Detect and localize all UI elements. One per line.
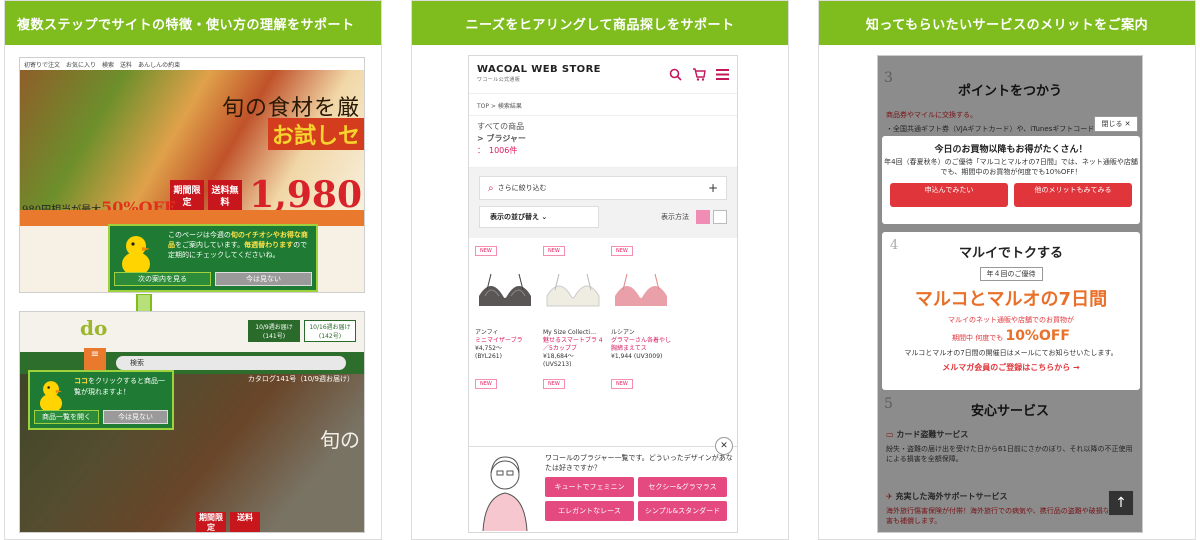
- new-badge: NEW: [611, 379, 633, 389]
- cart-icon[interactable]: [692, 68, 706, 81]
- sort-dropdown[interactable]: 表示の並び替え ⌄: [479, 206, 599, 228]
- benefit-badge: 年４回のご優待: [979, 267, 1043, 281]
- top-link[interactable]: 検索: [102, 60, 114, 69]
- result-count: ： 1006件: [477, 146, 518, 155]
- refine-button[interactable]: ⌕ さらに絞り込む +: [479, 176, 727, 200]
- site-logo[interactable]: do: [80, 316, 107, 340]
- new-badge: NEW: [611, 246, 633, 256]
- tooltip-guide: このページは今週の旬のイチオシやお得な商品をご案内しています。毎週替わりますので…: [108, 224, 318, 292]
- option-simple-button[interactable]: シンプル&スタンダード: [638, 501, 727, 521]
- panel-header: 知ってもらいたいサービスのメリットをご案内: [819, 1, 1195, 45]
- category-info: すべての商品 > ブラジャー ： 1006件: [469, 116, 737, 168]
- breadcrumb[interactable]: TOP > 検索結果: [469, 94, 737, 116]
- top-link[interactable]: 初寄りで注文: [24, 60, 60, 69]
- card-title: マルイでトクする: [958, 246, 1063, 261]
- section-number: 4: [890, 238, 899, 253]
- product-card[interactable]: NEW My Size Collecti… 魅せるスマートブラ 4／5カップブ …: [543, 246, 607, 369]
- top-link[interactable]: お気に入り: [66, 60, 96, 69]
- refine-label: さらに絞り込む: [497, 184, 547, 192]
- product-grid-row2: NEW NEW NEW: [469, 369, 737, 389]
- apply-button[interactable]: 申込んでみたい: [890, 183, 1008, 207]
- back-to-top-button[interactable]: ↑: [1108, 490, 1134, 516]
- tag-free-shipping: 送料無料: [208, 180, 242, 214]
- product-grid: NEW アンフィ ミニマイザーブラ ¥4,752〜 (BYL261) NEW M…: [469, 238, 737, 369]
- close-button[interactable]: 閉じる ✕: [1094, 116, 1138, 132]
- product-card[interactable]: NEW: [543, 379, 607, 389]
- search-icon[interactable]: [669, 68, 682, 81]
- search-icon: ⌕: [488, 182, 494, 194]
- top-link[interactable]: あんしんの約束: [138, 60, 180, 69]
- hero-banner[interactable]: 旬の食材を厳 お試しセ 期間限定 送料無料 1,980 980円相当が最大50%…: [20, 70, 364, 217]
- site-header: do 10/9週お届け (141号) 10/16週お届け (142号): [20, 312, 364, 352]
- skip-button[interactable]: 今は見ない: [215, 272, 312, 286]
- campaign-note: マルコとマルオの7日間の開催日はメールにてお知らせいたします。: [904, 349, 1118, 357]
- screenshot-top: 初寄りで注文 お気に入り 検索 送料 あんしんの約束 旬の食材を厳 お試しセ 期…: [19, 57, 365, 293]
- next-guide-button[interactable]: 次の案内を見る: [114, 272, 211, 286]
- filter-area: ⌕ さらに絞り込む + 表示の並び替え ⌄ 表示方法: [469, 168, 737, 238]
- mobile-screen: 3 ポイントをつかう 商品券やマイルに交換する。 ・全国共通ギフト券（VJAギフ…: [877, 55, 1143, 533]
- hearing-popup: ✕ ワコールのブラジャー一覧です。どういったデザインがあなたは好きですか？ キュ…: [469, 437, 737, 532]
- campaign-discount: 期間中 何度でも 10%OFF: [951, 328, 1070, 344]
- tab-current-week[interactable]: 10/9週お届け (141号): [248, 320, 300, 342]
- product-card[interactable]: NEW アンフィ ミニマイザーブラ ¥4,752〜 (BYL261): [475, 246, 539, 369]
- merit-popup: 今日のお買物以降もお得がたくさん！ 年4回（春夏秋冬）のご優待「マルコとマルオの…: [882, 136, 1140, 224]
- other-merits-button[interactable]: 他のメリットもみてみる: [1014, 183, 1132, 207]
- top-links: 初寄りで注文 お気に入り 検索 送料 あんしんの約束: [20, 58, 364, 70]
- bra-image: [615, 273, 667, 306]
- search-input[interactable]: 検索: [116, 356, 346, 370]
- product-card[interactable]: NEW: [475, 379, 539, 389]
- panel-step-guide: 複数ステップでサイトの特徴・使い方の理解をサポート 初寄りで注文 お気に入り 検…: [4, 0, 382, 540]
- tag-limited: 期間限定: [196, 512, 226, 532]
- tab-next-week[interactable]: 10/16週お届け (142号): [304, 320, 356, 342]
- store-logo[interactable]: WACOAL WEB STORE ワコール公式通販: [477, 64, 601, 86]
- panel-header: ニーズをヒアリングして商品探しをサポート: [412, 1, 788, 45]
- product-card[interactable]: NEW ルシアン グラマーさん各着やし 胸締まえてス ¥1,944 (UV300…: [611, 246, 675, 369]
- skip-button[interactable]: 今は見ない: [103, 410, 168, 424]
- hero-title: 旬の: [320, 428, 360, 452]
- option-sexy-button[interactable]: セクシー&グラマラス: [638, 477, 727, 497]
- top-link[interactable]: 送料: [120, 60, 132, 69]
- open-list-button[interactable]: 商品一覧を開く: [34, 410, 99, 424]
- assistant-illustration-icon: [482, 456, 528, 531]
- mobile-screen: WACOAL WEB STORE ワコール公式通販 TOP > 検索結果 すべての…: [468, 55, 738, 533]
- view-mode-label: 表示方法: [661, 213, 689, 221]
- hamburger-menu-icon[interactable]: [716, 68, 729, 81]
- panel-service-merit: 知ってもらいたいサービスのメリットをご案内 3 ポイントをつかう 商品券やマイル…: [818, 0, 1196, 540]
- panel-needs-hearing: ニーズをヒアリングして商品探しをサポート WACOAL WEB STORE ワコー…: [411, 0, 789, 540]
- bra-image: [479, 273, 531, 306]
- list-view-icon[interactable]: [713, 210, 727, 224]
- popup-title: 今日のお買物以降もお得がたくさん！: [934, 145, 1088, 155]
- new-badge: NEW: [543, 379, 565, 389]
- highlight-card: 4 マルイでトクする 年４回のご優待 マルコとマルオの7日間 マルイのネット通販…: [882, 232, 1140, 390]
- bra-image: [546, 273, 600, 307]
- question-text: ワコールのブラジャー一覧です。どういったデザインがあなたは好きですか？: [545, 454, 733, 472]
- catalog-label: カタログ141号（10/9週お届け）: [247, 375, 354, 383]
- menu-button[interactable]: ≡: [84, 348, 106, 372]
- popup-text: 年4回（春夏秋冬）のご優待「マルコとマルオの7日間」では、ネット通販や店舗でも、…: [884, 158, 1138, 176]
- campaign-text: マルイのネット通販や店舗でのお買物が: [948, 316, 1074, 324]
- new-badge: NEW: [475, 246, 497, 256]
- campaign-title: マルコとマルオの7日間: [914, 289, 1108, 310]
- store-header: WACOAL WEB STORE ワコール公式通販: [469, 56, 737, 94]
- option-cute-button[interactable]: キュートでフェミニン: [545, 477, 634, 497]
- new-badge: NEW: [543, 246, 565, 256]
- panel-header: 複数ステップでサイトの特徴・使い方の理解をサポート: [5, 1, 381, 45]
- plus-icon: +: [707, 181, 718, 195]
- option-elegant-button[interactable]: エレガントなレース: [545, 501, 634, 521]
- newsletter-link[interactable]: メルマガ会員のご登録はこちらから →: [882, 362, 1140, 373]
- tag-free-shipping: 送料: [230, 512, 260, 532]
- hero-subtitle: お試しセ: [267, 118, 364, 150]
- grid-view-icon[interactable]: [696, 210, 710, 224]
- category-all[interactable]: すべての商品: [477, 121, 729, 133]
- screenshot-second: do 10/9週お届け (141号) 10/16週お届け (142号) 検索 ≡…: [19, 311, 365, 533]
- tooltip-click-here: ココをクリックすると商品一覧が現れますよ！ 商品一覧を開く 今は見ない: [28, 370, 174, 430]
- new-badge: NEW: [475, 379, 497, 389]
- category-bra[interactable]: > ブラジャー: [477, 133, 729, 145]
- product-card[interactable]: NEW: [611, 379, 675, 389]
